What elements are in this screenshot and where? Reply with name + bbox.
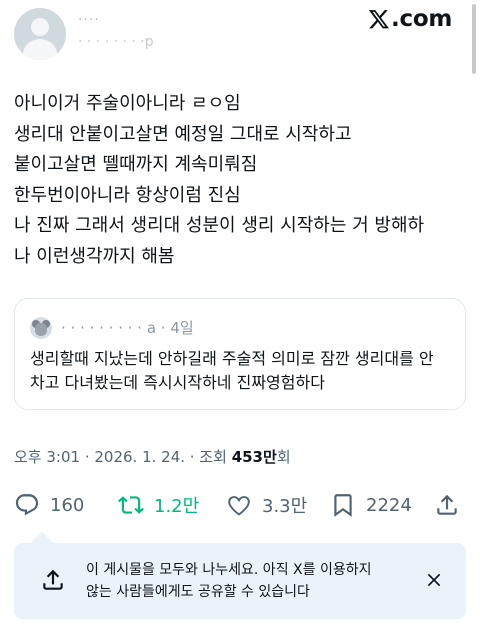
post-line: 나 이런생각까지 해봄 [14, 245, 175, 267]
avatar-head [31, 18, 49, 36]
post-line: 한두번이아니라 항상이럼 진심 [14, 184, 241, 206]
quoted-line: 차고 다녀봤는데 즉시시작하네 진짜영험하다 [30, 373, 325, 392]
avatar-body [23, 39, 57, 60]
post-line: 나 진짜 그래서 생리대 성분이 생리 시작하는 거 방해하 [14, 215, 425, 236]
quoted-author-avatar [30, 317, 52, 339]
retweet-button[interactable]: 1.2만 [118, 488, 199, 522]
bookmark-icon [334, 494, 352, 517]
share-icon [437, 494, 457, 515]
brand-logo: .com [368, 6, 452, 32]
avatar-face [35, 323, 47, 336]
post-body: 아니이거 주술이아니라 ㄹㅇ임 생리대 안붙이고살면 예정일 그대로 시작하고 … [14, 89, 464, 272]
quoted-meta: · · · · · · · · · a · 4일 [61, 319, 194, 337]
reply-icon [15, 494, 39, 516]
close-icon[interactable] [424, 570, 444, 590]
bookmark-count: 2224 [366, 494, 412, 516]
author-avatar[interactable] [14, 8, 66, 60]
post-line: 붙이고살면 뗄때까지 계속미뤄짐 [14, 154, 258, 175]
scrollbar[interactable] [472, 4, 476, 74]
bookmark-button[interactable]: 2224 [330, 488, 412, 522]
share-prompt: 이 게시물을 모두와 나누세요. 아직 X를 이용하지 않는 사람들에게도 공유… [14, 531, 466, 619]
author-name[interactable]: ···· [78, 12, 100, 28]
share-button[interactable] [434, 488, 460, 522]
post-timestamp[interactable]: 오후 3:01 · 2026. 1. 24. · 조회 [14, 448, 232, 466]
quoted-post[interactable]: · · · · · · · · · a · 4일 생리할때 지났는데 안하길래 … [14, 298, 466, 410]
quoted-text: 생리할때 지났는데 안하길래 주술적 의미로 잠깐 생리대를 안 차고 다녀봤는… [30, 347, 455, 395]
share-prompt-line: 이 게시물을 모두와 나누세요. 아직 X를 이용하지 [86, 562, 372, 578]
post-line: 생리대 안붙이고살면 예정일 그대로 시작하고 [14, 123, 352, 145]
share-prompt-text: 이 게시물을 모두와 나누세요. 아직 X를 이용하지 않는 사람들에게도 공유… [86, 559, 371, 603]
share-prompt-line: 않는 사람들에게도 공유할 수 있습니다 [86, 584, 310, 600]
reply-button[interactable]: 160 [14, 488, 84, 522]
brand-text: .com [391, 6, 452, 32]
like-icon [228, 496, 250, 516]
share-icon [43, 569, 63, 590]
view-count: 453만 [231, 448, 277, 466]
quoted-line: 생리할때 지났는데 안하길래 주술적 의미로 잠깐 생리대를 안 [30, 349, 434, 368]
share-prompt-pointer [30, 531, 54, 555]
like-count: 3.3만 [262, 496, 308, 517]
author-handle[interactable]: · · · · · · · ·p [78, 34, 154, 50]
retweet-count: 1.2만 [154, 496, 200, 517]
retweet-icon [118, 496, 144, 514]
view-count-suffix: 회 [276, 448, 291, 466]
reply-count: 160 [50, 494, 85, 516]
like-button[interactable]: 3.3만 [226, 488, 307, 522]
action-bar: 160 1.2만 3.3만 2224 [14, 488, 466, 522]
post-meta: 오후 3:01 · 2026. 1. 24. · 조회 453만회 [14, 446, 291, 467]
x-logo-icon [368, 10, 390, 29]
post-line: 아니이거 주술이아니라 ㄹㅇ임 [14, 93, 241, 114]
